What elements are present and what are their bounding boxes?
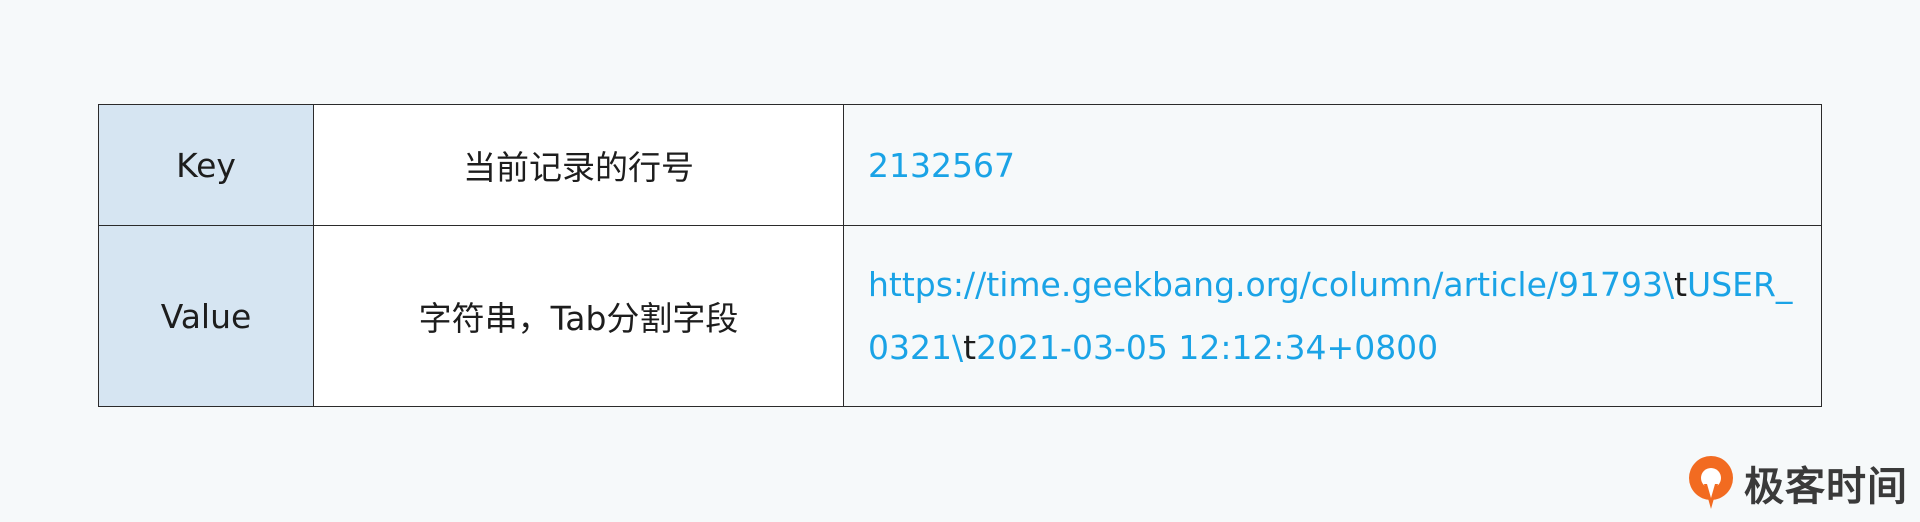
geektime-logo-icon bbox=[1689, 456, 1733, 509]
example-value: 2132567 bbox=[868, 145, 1015, 185]
example-url: https://time.geekbang.org/column/article… bbox=[868, 265, 1675, 304]
table-row-key: Key 当前记录的行号 2132567 bbox=[98, 104, 1822, 226]
example-timestamp: 2021-03-05 12:12:34+0800 bbox=[976, 328, 1439, 367]
row-example: 2132567 bbox=[843, 104, 1822, 226]
tab-separator: t bbox=[1674, 265, 1688, 304]
row-example: https://time.geekbang.org/column/article… bbox=[843, 225, 1822, 407]
row-description: 当前记录的行号 bbox=[313, 104, 844, 226]
row-description: 字符串，Tab分割字段 bbox=[313, 225, 844, 407]
table-row-value: Value 字符串，Tab分割字段 https://time.geekbang.… bbox=[98, 225, 1822, 407]
row-label: Key bbox=[98, 104, 314, 226]
row-label: Value bbox=[98, 225, 314, 407]
key-value-table: Key 当前记录的行号 2132567 Value 字符串，Tab分割字段 ht… bbox=[98, 104, 1822, 407]
brand-name: 极客时间 bbox=[1744, 464, 1908, 510]
tab-separator: t bbox=[963, 328, 977, 367]
brand-watermark: 极客时间 bbox=[1686, 454, 1908, 512]
